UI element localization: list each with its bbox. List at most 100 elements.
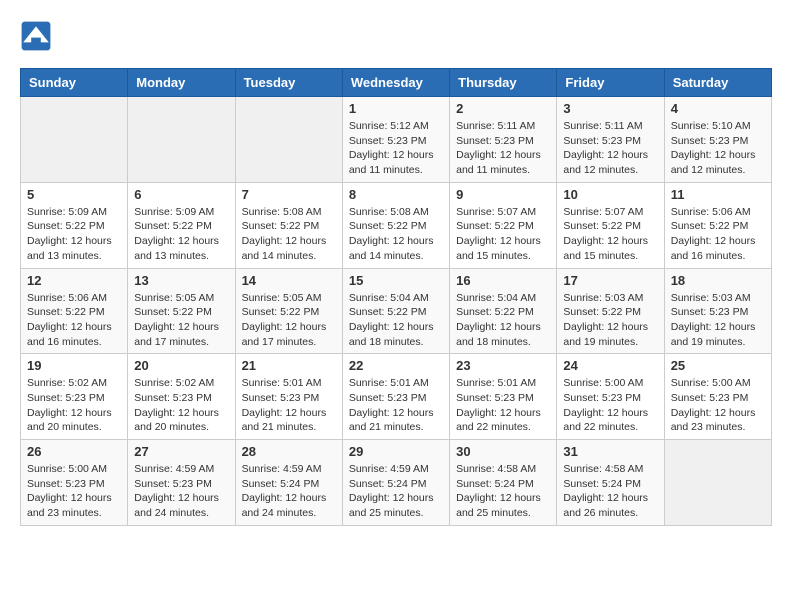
calendar-cell-4-1: 19 Sunrise: 5:02 AMSunset: 5:23 PMDayligh…	[21, 354, 128, 440]
day-info: Sunrise: 5:05 AMSunset: 5:22 PMDaylight:…	[134, 291, 228, 350]
week-row-3: 12 Sunrise: 5:06 AMSunset: 5:22 PMDayligh…	[21, 268, 772, 354]
day-info: Sunrise: 4:58 AMSunset: 5:24 PMDaylight:…	[456, 462, 550, 521]
day-info: Sunrise: 5:00 AMSunset: 5:23 PMDaylight:…	[671, 376, 765, 435]
day-info: Sunrise: 4:59 AMSunset: 5:24 PMDaylight:…	[242, 462, 336, 521]
calendar-cell-2-4: 8Sunrise: 5:08 AMSunset: 5:22 PMDaylight…	[342, 182, 449, 268]
day-info: Sunrise: 5:03 AMSunset: 5:23 PMDaylight:…	[671, 291, 765, 350]
week-row-5: 26 Sunrise: 5:00 AMSunset: 5:23 PMDayligh…	[21, 440, 772, 526]
day-info: Sunrise: 5:02 AMSunset: 5:23 PMDaylight:…	[134, 376, 228, 435]
calendar-cell-1-4: 1Sunrise: 5:12 AMSunset: 5:23 PMDaylight…	[342, 97, 449, 183]
weekday-header-wednesday: Wednesday	[342, 69, 449, 97]
day-info: Sunrise: 5:01 AMSunset: 5:23 PMDaylight:…	[456, 376, 550, 435]
day-info: Sunrise: 5:06 AMSunset: 5:22 PMDaylight:…	[671, 205, 765, 264]
day-number: 27	[134, 444, 228, 459]
weekday-header-thursday: Thursday	[450, 69, 557, 97]
day-info: Sunrise: 5:01 AMSunset: 5:23 PMDaylight:…	[242, 376, 336, 435]
day-number: 24	[563, 358, 657, 373]
day-number: 15	[349, 273, 443, 288]
day-number: 20	[134, 358, 228, 373]
day-info: Sunrise: 5:02 AMSunset: 5:23 PMDaylight:…	[27, 376, 121, 435]
calendar-cell-4-3: 21 Sunrise: 5:01 AMSunset: 5:23 PMDayligh…	[235, 354, 342, 440]
calendar-cell-1-5: 2Sunrise: 5:11 AMSunset: 5:23 PMDaylight…	[450, 97, 557, 183]
weekday-header-friday: Friday	[557, 69, 664, 97]
day-info: Sunrise: 5:06 AMSunset: 5:22 PMDaylight:…	[27, 291, 121, 350]
day-info: Sunrise: 5:00 AMSunset: 5:23 PMDaylight:…	[563, 376, 657, 435]
calendar-cell-5-2: 27Sunrise: 4:59 AMSunset: 5:23 PMDayligh…	[128, 440, 235, 526]
day-info: Sunrise: 4:59 AMSunset: 5:24 PMDaylight:…	[349, 462, 443, 521]
day-info: Sunrise: 5:03 AMSunset: 5:22 PMDaylight:…	[563, 291, 657, 350]
day-number: 14	[242, 273, 336, 288]
calendar-cell-3-3: 14 Sunrise: 5:05 AMSunset: 5:22 PMDayligh…	[235, 268, 342, 354]
day-info: Sunrise: 5:08 AMSunset: 5:22 PMDaylight:…	[242, 205, 336, 264]
day-number: 19	[27, 358, 121, 373]
day-number: 23	[456, 358, 550, 373]
calendar-cell-3-7: 18 Sunrise: 5:03 AMSunset: 5:23 PMDayligh…	[664, 268, 771, 354]
weekday-header-tuesday: Tuesday	[235, 69, 342, 97]
day-info: Sunrise: 5:05 AMSunset: 5:22 PMDaylight:…	[242, 291, 336, 350]
page-container: SundayMondayTuesdayWednesdayThursdayFrid…	[20, 20, 772, 526]
calendar-cell-4-7: 25 Sunrise: 5:00 AMSunset: 5:23 PMDayligh…	[664, 354, 771, 440]
week-row-4: 19 Sunrise: 5:02 AMSunset: 5:23 PMDayligh…	[21, 354, 772, 440]
day-number: 1	[349, 101, 443, 116]
calendar-cell-1-3	[235, 97, 342, 183]
day-number: 17	[563, 273, 657, 288]
calendar-cell-2-1: 5Sunrise: 5:09 AMSunset: 5:22 PMDaylight…	[21, 182, 128, 268]
day-number: 2	[456, 101, 550, 116]
calendar-cell-1-2	[128, 97, 235, 183]
day-number: 21	[242, 358, 336, 373]
calendar-cell-5-6: 31 Sunrise: 4:58 AMSunset: 5:24 PMDayligh…	[557, 440, 664, 526]
day-info: Sunrise: 5:07 AMSunset: 5:22 PMDaylight:…	[456, 205, 550, 264]
logo-icon	[20, 20, 52, 52]
calendar-cell-1-1	[21, 97, 128, 183]
day-number: 11	[671, 187, 765, 202]
day-number: 16	[456, 273, 550, 288]
day-number: 18	[671, 273, 765, 288]
calendar-cell-3-4: 15 Sunrise: 5:04 AMSunset: 5:22 PMDayligh…	[342, 268, 449, 354]
calendar-cell-3-5: 16 Sunrise: 5:04 AMSunset: 5:22 PMDayligh…	[450, 268, 557, 354]
calendar-cell-2-2: 6 Sunrise: 5:09 AMSunset: 5:22 PMDaylight…	[128, 182, 235, 268]
weekday-header-sunday: Sunday	[21, 69, 128, 97]
day-info: Sunrise: 5:09 AMSunset: 5:22 PMDaylight:…	[134, 205, 228, 264]
day-info: Sunrise: 4:58 AMSunset: 5:24 PMDaylight:…	[563, 462, 657, 521]
calendar-cell-2-6: 10 Sunrise: 5:07 AMSunset: 5:22 PMDayligh…	[557, 182, 664, 268]
day-number: 28	[242, 444, 336, 459]
day-number: 5	[27, 187, 121, 202]
calendar-cell-1-6: 3 Sunrise: 5:11 AMSunset: 5:23 PMDaylight…	[557, 97, 664, 183]
calendar-cell-5-7	[664, 440, 771, 526]
day-number: 26	[27, 444, 121, 459]
day-info: Sunrise: 5:11 AMSunset: 5:23 PMDaylight:…	[563, 119, 657, 178]
logo	[20, 20, 56, 52]
calendar-cell-5-3: 28 Sunrise: 4:59 AMSunset: 5:24 PMDayligh…	[235, 440, 342, 526]
calendar-cell-5-4: 29 Sunrise: 4:59 AMSunset: 5:24 PMDayligh…	[342, 440, 449, 526]
calendar-cell-4-2: 20 Sunrise: 5:02 AMSunset: 5:23 PMDayligh…	[128, 354, 235, 440]
day-info: Sunrise: 5:07 AMSunset: 5:22 PMDaylight:…	[563, 205, 657, 264]
day-info: Sunrise: 5:01 AMSunset: 5:23 PMDaylight:…	[349, 376, 443, 435]
day-info: Sunrise: 5:10 AMSunset: 5:23 PMDaylight:…	[671, 119, 765, 178]
calendar-cell-1-7: 4 Sunrise: 5:10 AMSunset: 5:23 PMDaylight…	[664, 97, 771, 183]
week-row-2: 5 Sunrise: 5:09 AMSunset: 5:22 PMDaylight…	[21, 182, 772, 268]
day-number: 12	[27, 273, 121, 288]
day-info: Sunrise: 5:04 AMSunset: 5:22 PMDaylight:…	[349, 291, 443, 350]
calendar-cell-3-2: 13 Sunrise: 5:05 AMSunset: 5:22 PMDayligh…	[128, 268, 235, 354]
day-number: 13	[134, 273, 228, 288]
day-number: 6	[134, 187, 228, 202]
day-number: 25	[671, 358, 765, 373]
calendar-cell-2-3: 7Sunrise: 5:08 AMSunset: 5:22 PMDaylight…	[235, 182, 342, 268]
day-info: Sunrise: 5:00 AMSunset: 5:23 PMDaylight:…	[27, 462, 121, 521]
calendar-table: SundayMondayTuesdayWednesdayThursdayFrid…	[20, 68, 772, 526]
day-number: 4	[671, 101, 765, 116]
calendar-cell-3-6: 17 Sunrise: 5:03 AMSunset: 5:22 PMDayligh…	[557, 268, 664, 354]
day-number: 3	[563, 101, 657, 116]
day-number: 30	[456, 444, 550, 459]
calendar-cell-2-5: 9 Sunrise: 5:07 AMSunset: 5:22 PMDaylight…	[450, 182, 557, 268]
calendar-cell-2-7: 11 Sunrise: 5:06 AMSunset: 5:22 PMDayligh…	[664, 182, 771, 268]
day-info: Sunrise: 5:04 AMSunset: 5:22 PMDaylight:…	[456, 291, 550, 350]
calendar-cell-4-6: 24 Sunrise: 5:00 AMSunset: 5:23 PMDayligh…	[557, 354, 664, 440]
day-info: Sunrise: 5:08 AMSunset: 5:22 PMDaylight:…	[349, 205, 443, 264]
day-number: 29	[349, 444, 443, 459]
day-number: 31	[563, 444, 657, 459]
day-number: 9	[456, 187, 550, 202]
calendar-cell-5-1: 26 Sunrise: 5:00 AMSunset: 5:23 PMDayligh…	[21, 440, 128, 526]
weekday-header-monday: Monday	[128, 69, 235, 97]
day-number: 10	[563, 187, 657, 202]
